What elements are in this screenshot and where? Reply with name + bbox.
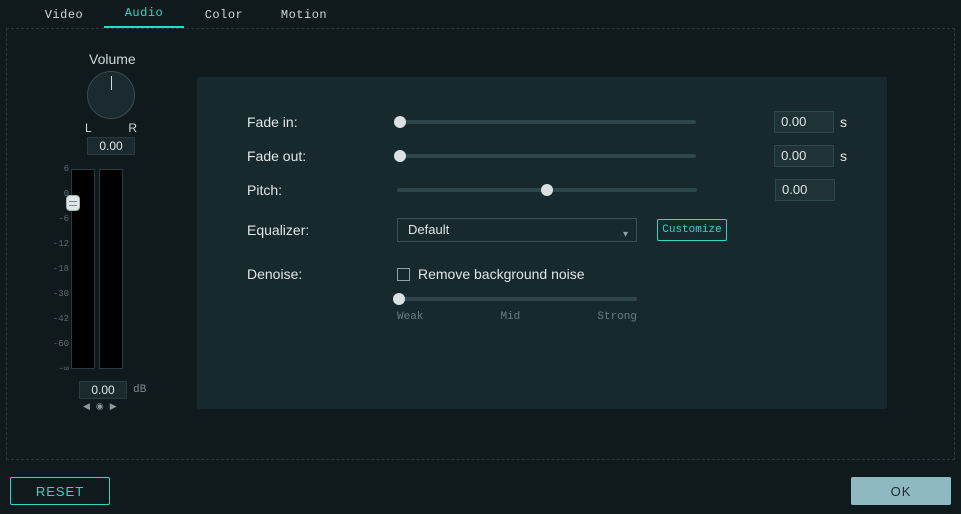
- volume-section: Volume L R 0.00: [55, 51, 175, 155]
- fade-in-label: Fade in:: [247, 114, 397, 130]
- equalizer-select[interactable]: Default ▾: [397, 218, 637, 242]
- ok-button[interactable]: OK: [851, 477, 951, 505]
- pan-left-label: L: [85, 121, 92, 135]
- audio-panel: Volume L R 0.00 60-6-12-18-30-42-60-∞ 0.…: [6, 28, 955, 460]
- footer: RESET OK: [0, 468, 961, 514]
- denoise-label: Denoise:: [247, 266, 397, 282]
- denoise-slider[interactable]: [397, 297, 637, 301]
- fader-nudge: ◀ ◉ ▶: [83, 401, 117, 412]
- denoise-strong-label: Strong: [597, 311, 637, 323]
- fade-out-unit: s: [840, 148, 847, 164]
- tab-bar: Video Audio Color Motion: [0, 0, 961, 28]
- fade-in-unit: s: [840, 114, 847, 130]
- tab-color[interactable]: Color: [184, 8, 264, 28]
- equalizer-selected: Default: [408, 222, 449, 237]
- pitch-slider[interactable]: [397, 188, 697, 192]
- tab-video[interactable]: Video: [24, 8, 104, 28]
- meter-bar-right: [99, 169, 123, 369]
- pitch-label: Pitch:: [247, 182, 397, 198]
- pan-value[interactable]: 0.00: [87, 137, 135, 155]
- fade-out-label: Fade out:: [247, 148, 397, 164]
- equalizer-label: Equalizer:: [247, 222, 397, 238]
- volume-fader[interactable]: [66, 195, 80, 211]
- tab-motion[interactable]: Motion: [264, 8, 344, 28]
- pan-knob[interactable]: [87, 71, 135, 119]
- chevron-down-icon: ▾: [623, 224, 628, 246]
- nudge-right-icon[interactable]: ▶: [110, 401, 117, 412]
- level-meter: 60-6-12-18-30-42-60-∞: [49, 169, 123, 369]
- denoise-mid-label: Mid: [500, 311, 520, 323]
- tab-audio[interactable]: Audio: [104, 6, 184, 28]
- db-unit: dB: [133, 384, 146, 396]
- pan-right-label: R: [128, 121, 137, 135]
- fade-in-slider[interactable]: [397, 120, 696, 124]
- fade-out-value[interactable]: 0.00: [774, 145, 834, 167]
- denoise-checkbox[interactable]: [397, 268, 410, 281]
- nudge-center-icon[interactable]: ◉: [96, 401, 104, 412]
- volume-title: Volume: [89, 51, 175, 67]
- db-value[interactable]: 0.00: [79, 381, 127, 399]
- fade-out-slider[interactable]: [397, 154, 696, 158]
- customize-button[interactable]: Customize: [657, 219, 727, 241]
- nudge-left-icon[interactable]: ◀: [83, 401, 90, 412]
- fade-in-value[interactable]: 0.00: [774, 111, 834, 133]
- denoise-weak-label: Weak: [397, 311, 423, 323]
- reset-button[interactable]: RESET: [10, 477, 110, 505]
- pitch-value[interactable]: 0.00: [775, 179, 835, 201]
- denoise-checkbox-label: Remove background noise: [418, 266, 585, 282]
- audio-settings-card: Fade in: 0.00 s Fade out: 0.00 s Pitch:: [197, 77, 887, 409]
